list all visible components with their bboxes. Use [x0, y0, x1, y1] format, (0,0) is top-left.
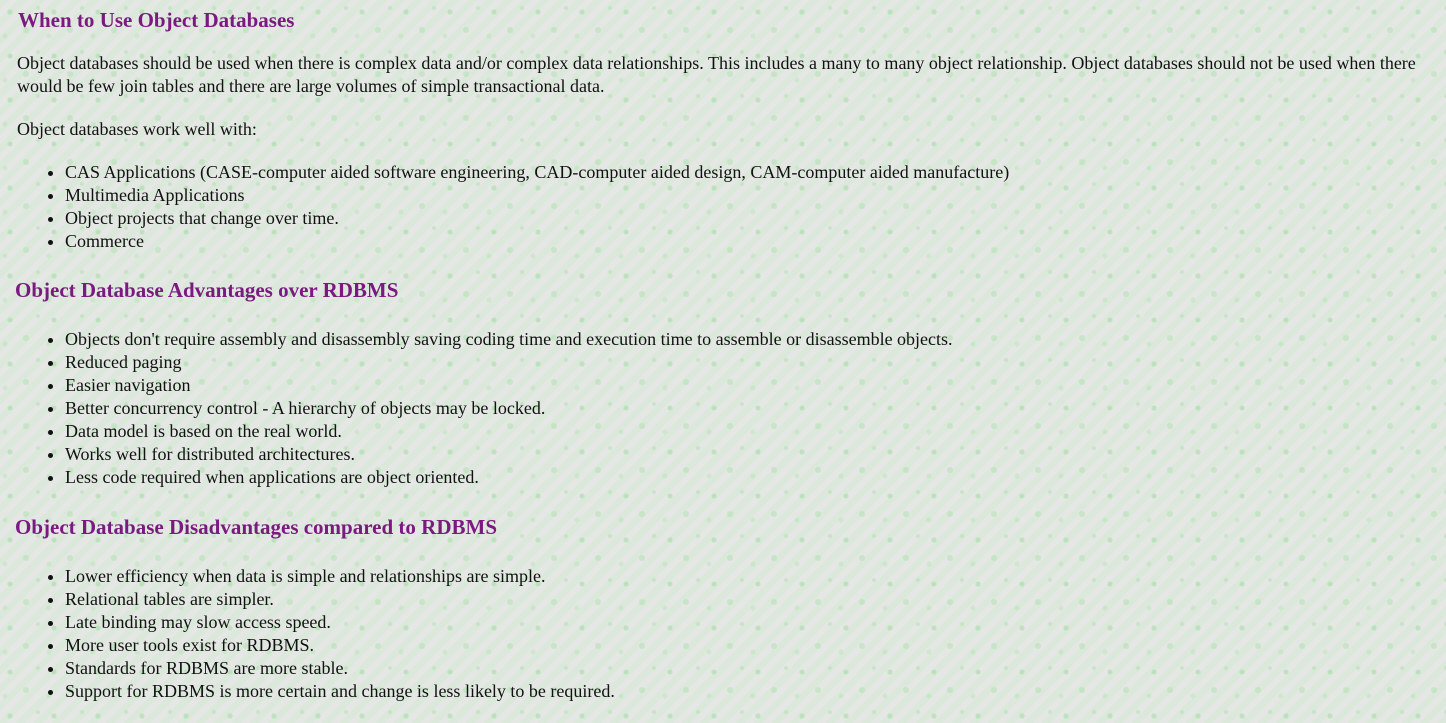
list-item: Standards for RDBMS are more stable.: [65, 657, 1440, 680]
list-item: Objects don't require assembly and disas…: [65, 328, 1440, 351]
document-body: When to Use Object Databases Object data…: [15, 0, 1440, 703]
intro-paragraph: Object databases should be used when the…: [17, 53, 1416, 96]
list-item: Support for RDBMS is more certain and ch…: [65, 680, 1440, 703]
list-item: CAS Applications (CASE-computer aided so…: [65, 161, 1440, 184]
list-item: Better concurrency control - A hierarchy…: [65, 397, 1440, 420]
list-item: Easier navigation: [65, 374, 1440, 397]
list-item: Works well for distributed architectures…: [65, 443, 1440, 466]
list-item: Late binding may slow access speed.: [65, 611, 1440, 634]
heading-when-to-use: When to Use Object Databases: [18, 8, 295, 32]
work-well-list: CAS Applications (CASE-computer aided so…: [17, 161, 1440, 253]
list-item: Object projects that change over time.: [65, 207, 1440, 230]
list-item: Reduced paging: [65, 351, 1440, 374]
list-item: Lower efficiency when data is simple and…: [65, 565, 1440, 588]
work-well-paragraph: Object databases work well with:: [17, 119, 257, 139]
advantages-list: Objects don't require assembly and disas…: [17, 328, 1440, 489]
list-item: More user tools exist for RDBMS.: [65, 634, 1440, 657]
list-item: Commerce: [65, 230, 1440, 253]
heading-disadvantages: Object Database Disadvantages compared t…: [15, 515, 498, 539]
disadvantages-list: Lower efficiency when data is simple and…: [17, 565, 1440, 703]
list-item: Less code required when applications are…: [65, 466, 1440, 489]
heading-advantages: Object Database Advantages over RDBMS: [15, 278, 399, 302]
list-item: Relational tables are simpler.: [65, 588, 1440, 611]
list-item: Multimedia Applications: [65, 184, 1440, 207]
list-item: Data model is based on the real world.: [65, 420, 1440, 443]
